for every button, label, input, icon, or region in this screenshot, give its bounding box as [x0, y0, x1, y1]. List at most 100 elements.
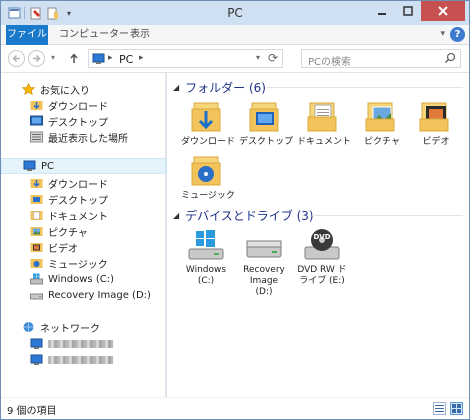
tile-label: DVD RW ド — [297, 265, 347, 275]
refresh-icon[interactable]: ⟳ — [268, 51, 278, 65]
folders-group-header[interactable]: ◢ フォルダー (6) — [173, 79, 266, 96]
maximize-icon — [403, 6, 413, 16]
drive-tile-e[interactable]: DVD DVD RW ド ライブ (E:) — [291, 225, 353, 287]
drive-tile-d[interactable]: Recovery Image (D:) — [233, 225, 295, 298]
desktop-icon — [29, 115, 43, 127]
folder-tile-pictures[interactable]: ピクチャ — [351, 97, 413, 148]
nav-item-label: デスクトップ — [48, 195, 108, 207]
downloads-folder-icon — [177, 97, 239, 137]
close-button[interactable] — [421, 1, 465, 21]
nav-item-label: ミュージック — [48, 259, 108, 271]
address-dropdown-icon[interactable]: ▾ — [256, 53, 260, 62]
details-view-button[interactable] — [433, 402, 446, 415]
nav-item-label: ドキュメント — [48, 211, 108, 223]
nav-network-label: ネットワーク — [40, 323, 100, 335]
breadcrumb-pc[interactable]: PC — [119, 53, 133, 66]
ribbon-tabs: ファイル コンピューター 表示 ▾ ? — [1, 25, 469, 45]
pc-icon — [92, 53, 105, 68]
videos-folder-icon — [405, 97, 467, 137]
drives-group-header[interactable]: ◢ デバイスとドライブ (3) — [173, 207, 314, 224]
music-folder-icon — [29, 257, 43, 269]
nav-item-label: デスクトップ — [48, 117, 108, 129]
expand-ribbon-icon[interactable]: ▾ — [440, 29, 445, 39]
nav-network[interactable]: ネットワーク — [21, 319, 186, 335]
search-placeholder: PCの検索 — [308, 57, 352, 68]
desktop-folder-icon — [29, 193, 43, 205]
drive-icon — [29, 289, 43, 301]
redacted-name — [48, 356, 113, 364]
folder-tile-music[interactable]: ミュージック — [177, 151, 239, 202]
folders-header-label: フォルダー (6) — [185, 81, 266, 95]
collapse-icon[interactable]: ◢ — [173, 211, 179, 220]
tile-label: ミュージック — [181, 191, 235, 201]
pictures-folder-icon — [351, 97, 413, 137]
folder-tile-videos[interactable]: ビデオ — [405, 97, 467, 148]
back-button[interactable] — [8, 50, 25, 67]
folder-tile-documents[interactable]: ドキュメント — [293, 97, 355, 148]
window-controls — [369, 1, 465, 21]
tile-label: (C:) — [197, 276, 215, 286]
large-icons-view-button[interactable] — [450, 402, 463, 415]
recent-locations-icon[interactable]: ▾ — [51, 53, 55, 62]
back-arrow-icon — [12, 54, 20, 63]
pc-icon — [22, 160, 36, 172]
drives-header-label: デバイスとドライブ (3) — [185, 209, 314, 223]
drive-tile-c[interactable]: Windows (C:) — [175, 225, 237, 287]
collapse-icon[interactable]: ◢ — [173, 83, 179, 92]
tile-label: ダウンロード — [180, 137, 235, 147]
nav-item-label: ダウンロード — [48, 101, 108, 113]
item-count: 9 個の項目 — [7, 406, 57, 417]
large-icons-view-icon — [452, 404, 461, 413]
folder-tile-downloads[interactable]: ダウンロード — [177, 97, 239, 148]
divider — [312, 215, 463, 216]
drive-icon — [233, 225, 295, 265]
tab-file[interactable]: ファイル — [6, 25, 48, 45]
nav-favorites[interactable]: お気に入り — [21, 81, 186, 97]
breadcrumb-chevron-icon[interactable]: ▸ — [139, 53, 144, 63]
divider — [267, 87, 463, 88]
nav-item-label: ビデオ — [48, 243, 78, 255]
up-button[interactable] — [65, 50, 82, 67]
help-icon[interactable]: ? — [450, 27, 465, 42]
tile-label: ドキュメント — [296, 137, 351, 147]
view-switcher — [433, 402, 463, 415]
folder-tile-desktop[interactable]: デスクトップ — [235, 97, 297, 148]
music-folder-icon — [177, 151, 239, 191]
network-icon — [21, 321, 35, 333]
nav-favorites-label: お気に入り — [40, 85, 90, 97]
tile-label: Image — [249, 276, 279, 286]
navigation-bar: ▾ ▸ PC ▸ ▾ ⟳ PCの検索 — [1, 45, 469, 73]
title-bar: ▾ PC — [1, 1, 469, 25]
search-box[interactable]: PCの検索 — [301, 49, 461, 68]
documents-folder-icon — [29, 209, 43, 221]
close-icon — [438, 6, 448, 16]
tile-label: デスクトップ — [238, 137, 293, 147]
windows-drive-icon — [175, 225, 237, 265]
tile-label: Recovery — [243, 265, 285, 275]
tile-label: Windows — [185, 265, 227, 275]
redacted-name — [48, 340, 113, 348]
downloads-folder-icon — [29, 177, 43, 189]
star-icon — [21, 83, 35, 95]
nav-pc[interactable]: PC — [1, 158, 166, 174]
explorer-window: ▾ PC ファイル コンピューター 表示 ▾ ? ▾ ▸ PC ▸ ▾ ⟳ PC… — [0, 0, 470, 420]
breadcrumb-chevron-icon[interactable]: ▸ — [108, 53, 113, 63]
details-view-icon — [435, 405, 444, 412]
videos-folder-icon — [29, 241, 43, 253]
content-pane: ◢ フォルダー (6) ダウンロード デスクトップ ドキュメント ピクチャ ビデ… — [167, 73, 469, 397]
nav-item-label: 最近表示した場所 — [48, 133, 128, 145]
search-icon[interactable] — [444, 52, 456, 67]
tab-view[interactable]: 表示 — [122, 25, 158, 45]
address-bar[interactable]: ▸ PC ▸ ▾ ⟳ — [88, 49, 283, 68]
network-computer-icon — [29, 354, 43, 366]
up-arrow-icon — [69, 53, 78, 63]
maximize-button[interactable] — [395, 1, 421, 21]
forward-arrow-icon — [33, 54, 41, 63]
downloads-folder-icon — [29, 99, 43, 111]
forward-button[interactable] — [28, 50, 45, 67]
network-computer-icon — [29, 338, 43, 350]
minimize-button[interactable] — [369, 1, 395, 21]
documents-folder-icon — [293, 97, 355, 137]
navigation-pane: お気に入り ダウンロード デスクトップ 最近表示した場所 PC ダウンロード デ… — [1, 73, 166, 397]
pictures-folder-icon — [29, 225, 43, 237]
